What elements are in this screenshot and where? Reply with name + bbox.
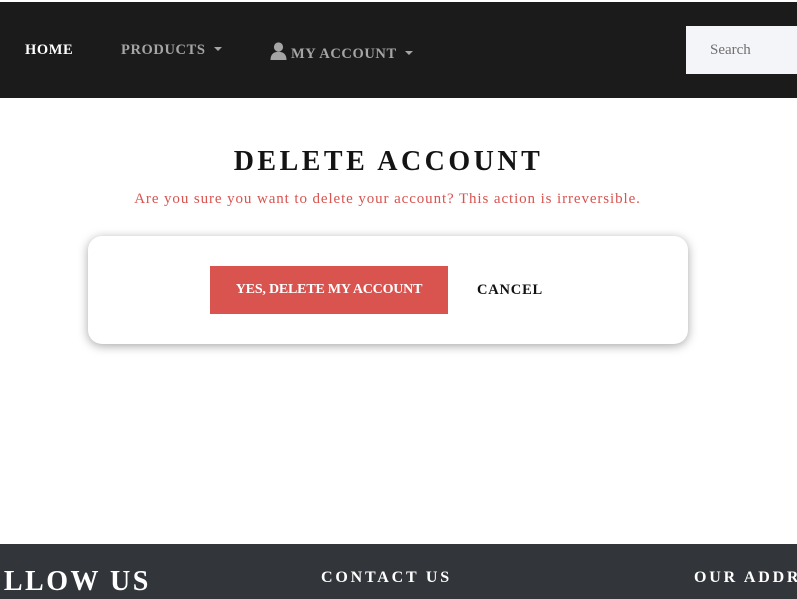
user-icon: [270, 42, 287, 60]
nav-my-account-label: MY ACCOUNT: [291, 46, 397, 62]
footer-our-address-heading: OUR ADDRESS: [694, 569, 797, 586]
page-title: DELETE ACCOUNT: [233, 146, 544, 177]
nav-products-dropdown[interactable]: PRODUCTS: [121, 42, 222, 59]
nav-my-account-dropdown[interactable]: MY ACCOUNT: [270, 42, 413, 63]
nav-home[interactable]: HOME: [25, 42, 73, 59]
search-input[interactable]: [686, 26, 797, 74]
footer: FOLLOW US CONTACT US OUR ADDRESS: [0, 544, 797, 599]
caret-down-icon: [404, 51, 413, 55]
caret-down-icon: [213, 47, 222, 51]
cancel-button[interactable]: CANCEL: [470, 266, 550, 314]
footer-contact-us-heading: CONTACT US: [321, 569, 452, 586]
warning-message: Are you sure you want to delete your acc…: [134, 191, 641, 207]
nav-products-label: PRODUCTS: [121, 42, 206, 58]
footer-follow-us-heading: FOLLOW US: [0, 566, 151, 597]
navbar: HOME PRODUCTS MY ACCOUNT: [0, 2, 797, 98]
confirm-delete-button[interactable]: YES, DELETE MY ACCOUNT: [210, 266, 448, 314]
